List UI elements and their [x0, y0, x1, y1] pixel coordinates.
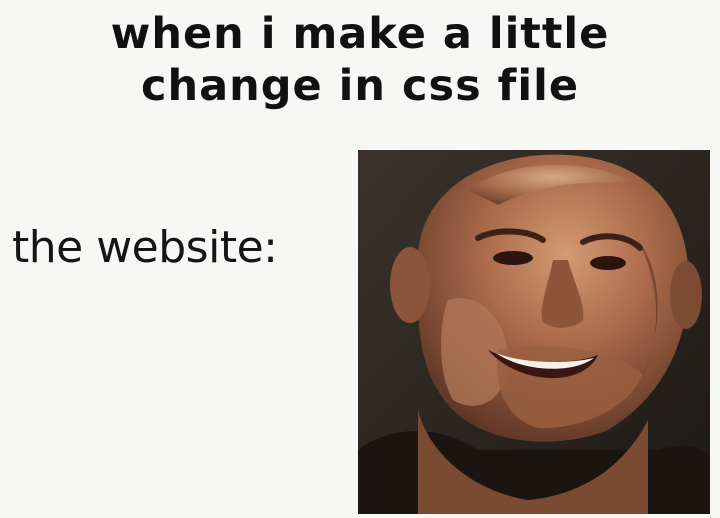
- meme-canvas: when i make a little change in css file …: [0, 0, 720, 518]
- caption-line-1: when i make a little: [110, 9, 610, 59]
- website-label: the website:: [12, 222, 278, 273]
- face-illustration: [358, 150, 710, 514]
- right-eye: [590, 256, 626, 270]
- caption-line-2: change in css file: [141, 61, 579, 111]
- distorted-face-photo: [358, 150, 710, 514]
- left-ear: [390, 247, 430, 323]
- top-caption: when i make a little change in css file: [0, 8, 720, 112]
- left-eye: [493, 251, 533, 265]
- right-ear: [670, 261, 702, 329]
